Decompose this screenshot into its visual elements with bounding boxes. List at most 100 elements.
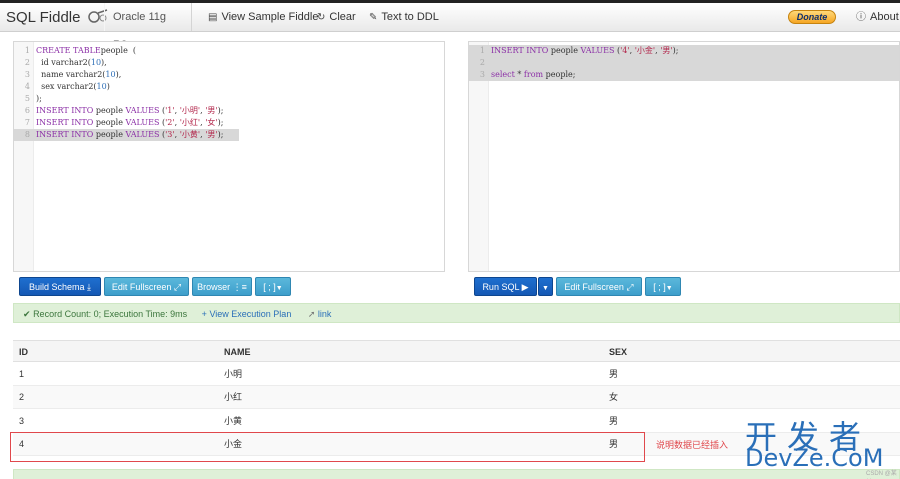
results-table-header: ID NAME SEX bbox=[13, 340, 900, 362]
code-line[interactable]: 2 id varchar2(10), bbox=[14, 57, 444, 69]
schema-edit-fullscreen-button[interactable]: Edit Fullscreen ⤢ bbox=[104, 277, 189, 296]
code-text: CREATE TABLEpeople ( bbox=[36, 46, 137, 55]
code-text: ); bbox=[36, 94, 42, 103]
table-cell: 小红 bbox=[224, 392, 243, 403]
line-number: 3 bbox=[479, 70, 485, 79]
code-line[interactable]: 3 select * from people; bbox=[469, 69, 899, 81]
view-sample-fiddle-button[interactable]: ▤ View Sample Fiddle bbox=[208, 3, 318, 31]
code-line[interactable]: 4 sex varchar2(10) bbox=[14, 81, 444, 93]
code-text: select * from people; bbox=[491, 70, 576, 79]
permalink-link[interactable]: ➚ link bbox=[308, 309, 332, 319]
run-sql-button[interactable]: Run SQL ▶ bbox=[474, 277, 537, 296]
table-cell: 1 bbox=[19, 369, 25, 379]
line-number: 2 bbox=[24, 58, 30, 67]
browser-button[interactable]: Browser ⋮≡ bbox=[192, 277, 252, 296]
database-selector[interactable]: Oracle 11g R2▼ bbox=[104, 3, 192, 51]
clear-label: Clear bbox=[329, 11, 356, 23]
clear-button[interactable]: ↻ Clear bbox=[317, 3, 356, 31]
query-edit-fullscreen-button[interactable]: Edit Fullscreen ⤢ bbox=[556, 277, 642, 296]
inserted-row-highlight bbox=[10, 432, 645, 462]
brand-title: SQL Fiddle bbox=[6, 9, 81, 26]
table-row: 1 小明 男 bbox=[13, 363, 900, 386]
column-header-sex: SEX bbox=[609, 347, 628, 357]
schema-delimiter-button[interactable]: [ ; ]▼ bbox=[255, 277, 291, 296]
line-number: 3 bbox=[24, 70, 30, 79]
text-to-ddl-label: Text to DDL bbox=[381, 11, 439, 23]
wrench-icon: ✎ bbox=[369, 12, 378, 23]
donate-button[interactable]: Donate bbox=[788, 10, 836, 24]
check-icon: ✔ bbox=[23, 309, 31, 319]
run-sql-label: Run SQL bbox=[482, 282, 520, 292]
line-number: 5 bbox=[24, 94, 30, 103]
code-line[interactable]: 6 INSERT INTO people VALUES ('1', '小明', '… bbox=[14, 105, 444, 117]
code-text: INSERT INTO people VALUES ('3', '小黄', '男… bbox=[36, 130, 224, 139]
code-text: sex varchar2(10) bbox=[36, 82, 110, 91]
refresh-icon: ↻ bbox=[317, 12, 326, 23]
chevron-down-icon: ▼ bbox=[275, 285, 283, 292]
schema-delimiter-label: [ ; ] bbox=[263, 282, 276, 292]
about-button[interactable]: ⓘ About bbox=[856, 3, 899, 31]
code-line[interactable]: 2 bbox=[469, 57, 899, 69]
query-fullscreen-label: Edit Fullscreen bbox=[564, 282, 624, 292]
top-navbar: SQL Fiddle Oracle 11g R2▼ ▤View Sample F… bbox=[0, 0, 900, 51]
code-line[interactable]: 8 INSERT INTO people VALUES ('3', '小黄', '… bbox=[14, 129, 239, 141]
expand-icon: ⤢ bbox=[173, 282, 182, 292]
table-cell: 男 bbox=[609, 369, 619, 379]
watermark-credit: CSDN @某某 bbox=[866, 471, 897, 477]
record-count-text: Record Count: 0; Execution Time: 9ms bbox=[33, 309, 188, 319]
permalink-label: link bbox=[317, 309, 332, 319]
code-line[interactable]: 1 INSERT INTO people VALUES ('4', '小金', '… bbox=[469, 45, 899, 57]
run-sql-dropdown-button[interactable]: ▼ bbox=[538, 277, 553, 296]
list-icon: ▤ bbox=[208, 12, 218, 23]
build-schema-label: Build Schema bbox=[28, 282, 85, 292]
table-cell: 小明 bbox=[224, 369, 243, 379]
code-text: INSERT INTO people VALUES ('4', '小金', '男… bbox=[491, 46, 679, 55]
info-icon: ⓘ bbox=[856, 12, 866, 23]
line-number: 4 bbox=[24, 82, 30, 91]
column-header-id: ID bbox=[19, 347, 28, 357]
code-line[interactable]: 7 INSERT INTO people VALUES ('2', '小红', '… bbox=[14, 117, 444, 129]
table-row: 2 小红 女 bbox=[13, 386, 900, 410]
chevron-down-icon: ▼ bbox=[665, 285, 673, 292]
text-to-ddl-button[interactable]: ✎ Text to DDL bbox=[369, 3, 439, 31]
view-execution-plan-link[interactable]: + View Execution Plan bbox=[202, 309, 294, 319]
download-icon: ⤓ bbox=[87, 282, 92, 292]
query-editor[interactable]: 1 INSERT INTO people VALUES ('4', '小金', '… bbox=[468, 41, 900, 272]
play-icon: ▶ bbox=[521, 282, 529, 292]
code-line[interactable]: 3 name varchar2(10), bbox=[14, 69, 444, 81]
code-line[interactable]: 5); bbox=[14, 93, 444, 105]
line-number: 7 bbox=[24, 118, 30, 127]
code-text: INSERT INTO people VALUES ('2', '小红', '女… bbox=[36, 118, 224, 127]
about-label: About bbox=[870, 11, 899, 23]
query-delimiter-label: [ ; ] bbox=[653, 282, 666, 292]
chevron-down-icon: ▼ bbox=[542, 285, 549, 292]
execution-status-bar: ✔ Record Count: 0; Execution Time: 9ms +… bbox=[13, 303, 900, 323]
link-icon: ➚ bbox=[307, 309, 316, 319]
browser-label: Browser bbox=[197, 282, 231, 292]
view-plan-label: View Execution Plan bbox=[209, 309, 292, 319]
build-schema-button[interactable]: Build Schema ⤓ bbox=[19, 277, 101, 296]
code-text: INSERT INTO people VALUES ('1', '小明', '男… bbox=[36, 106, 224, 115]
insert-annotation: 说明数据已经插入 bbox=[656, 440, 729, 450]
schema-fullscreen-label: Edit Fullscreen bbox=[111, 282, 172, 292]
tree-icon: ⋮≡ bbox=[232, 282, 247, 292]
line-number: 1 bbox=[479, 46, 485, 55]
table-cell: 小黄 bbox=[224, 415, 243, 426]
plus-icon: + bbox=[201, 309, 207, 319]
brand-logo[interactable]: SQL Fiddle bbox=[6, 9, 109, 26]
line-number: 1 bbox=[24, 46, 30, 55]
line-number: 8 bbox=[24, 130, 30, 139]
table-cell: 男 bbox=[609, 415, 619, 426]
watermark-domain: DevZe.CoM bbox=[745, 444, 884, 472]
code-line[interactable]: 1 CREATE TABLEpeople ( bbox=[14, 45, 444, 57]
line-number: 2 bbox=[479, 58, 485, 67]
query-delimiter-button[interactable]: [ ; ]▼ bbox=[645, 277, 681, 296]
view-sample-label: View Sample Fiddle bbox=[221, 11, 319, 23]
table-cell: 2 bbox=[19, 392, 25, 403]
expand-icon: ⤢ bbox=[626, 282, 634, 292]
table-cell: 3 bbox=[19, 415, 25, 426]
schema-editor[interactable]: 1 CREATE TABLEpeople ( 2 id varchar2(10), 3… bbox=[13, 41, 445, 272]
code-text: name varchar2(10), bbox=[36, 70, 122, 79]
table-cell: 女 bbox=[609, 392, 619, 403]
line-number: 6 bbox=[24, 106, 30, 115]
